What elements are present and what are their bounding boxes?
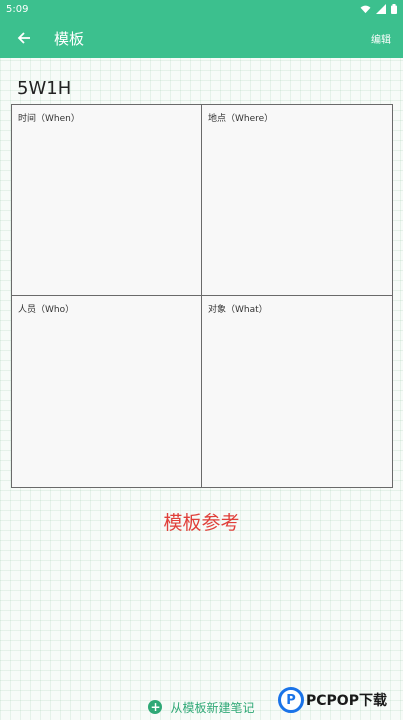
cell-label-when: 时间（When）	[18, 114, 80, 124]
battery-icon	[391, 4, 397, 14]
cell-label-who: 人员（Who）	[18, 305, 75, 315]
back-arrow-icon	[17, 32, 30, 44]
grid-cell-who: 人员（Who）	[12, 296, 202, 487]
plus-circle-icon: +	[148, 700, 163, 714]
app-bar: 模板 编辑	[0, 18, 403, 58]
watermark-logo: P	[278, 687, 304, 713]
watermark-text: PCPOP下载	[306, 693, 387, 709]
grid-cell-where: 地点（Where）	[202, 105, 392, 296]
cell-label-where: 地点（Where）	[208, 114, 274, 124]
template-reference-label: 模板参考	[163, 512, 240, 534]
edit-button[interactable]: 编辑	[371, 31, 391, 46]
page-title: 模板	[54, 29, 85, 48]
wifi-icon	[360, 5, 371, 13]
template-title: 5W1H	[17, 78, 72, 99]
new-note-label: 从模板新建笔记	[170, 700, 255, 715]
watermark: P PCPOP下载	[278, 684, 387, 716]
template-grid: 时间（When） 地点（Where） 人员（Who） 对象（What）	[11, 104, 393, 488]
back-button[interactable]	[0, 18, 48, 58]
status-time: 5:09	[6, 3, 29, 15]
grid-cell-when: 时间（When）	[12, 105, 202, 296]
signal-icon	[376, 4, 386, 14]
grid-cell-what: 对象（What）	[202, 296, 392, 487]
status-icons	[360, 4, 397, 14]
status-bar: 5:09	[0, 0, 403, 18]
cell-label-what: 对象（What）	[208, 305, 268, 315]
